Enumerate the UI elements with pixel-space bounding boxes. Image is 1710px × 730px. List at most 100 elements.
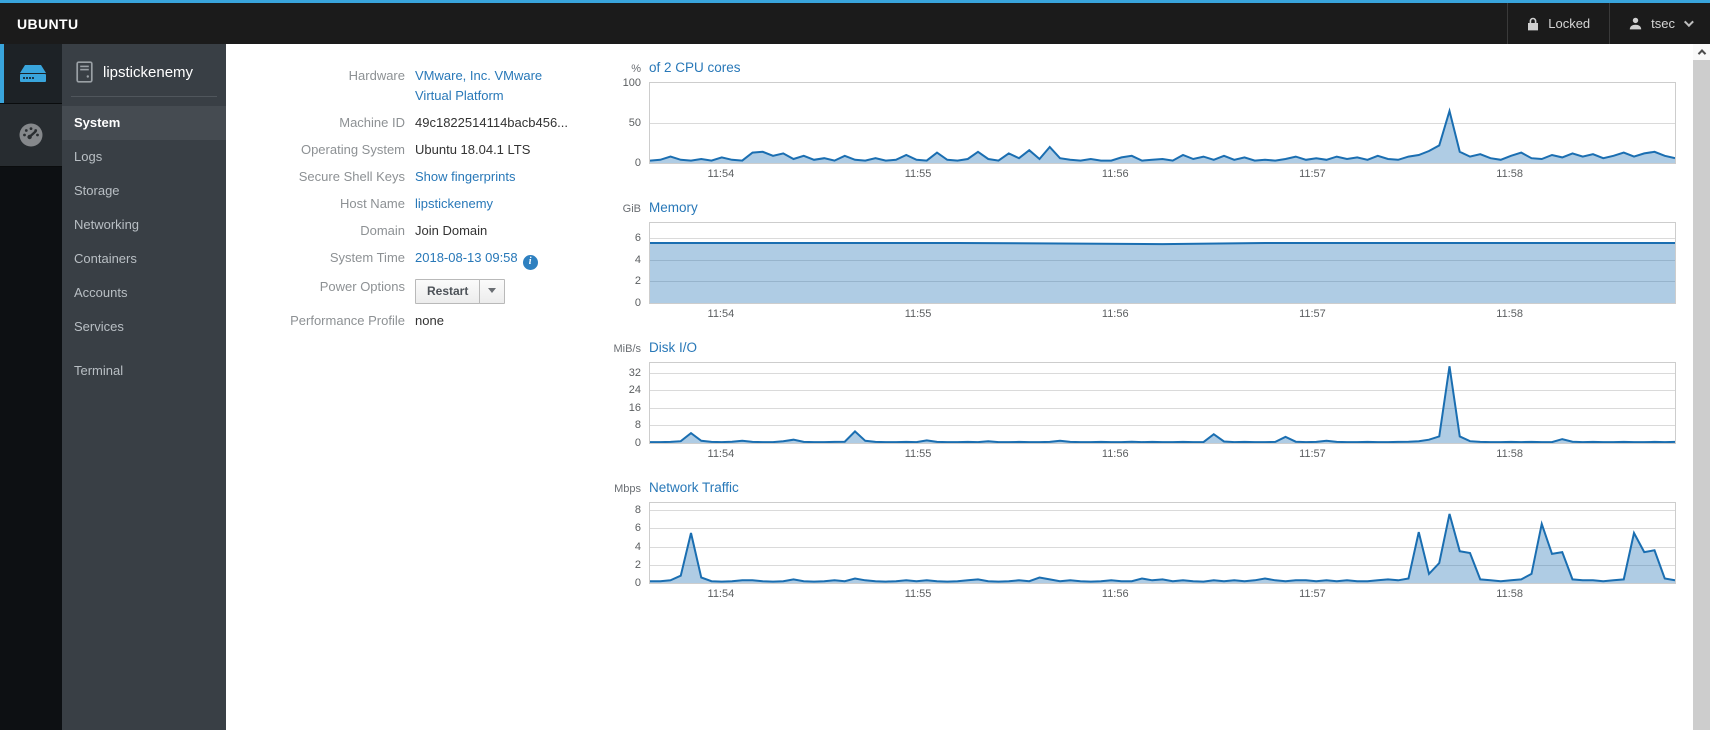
caret-down-icon <box>488 288 497 293</box>
disk-io-unit-label: MiB/s <box>613 343 642 355</box>
sidebar-item-containers[interactable]: Containers <box>62 242 226 276</box>
network-title-link[interactable]: Network Traffic <box>649 480 739 495</box>
disk-io-ytick-0: 0 <box>634 437 641 449</box>
memory-xtick-11:55: 11:55 <box>904 308 932 320</box>
network-plot-area <box>649 502 1676 584</box>
memory-yaxis: 0 2 4 6 <box>592 222 649 309</box>
restart-dropdown-toggle[interactable] <box>479 278 506 304</box>
vertical-scrollbar[interactable] <box>1693 44 1710 730</box>
top-navbar: UBUNTU Locked tsec <box>0 0 1710 44</box>
cpu-title-link[interactable]: of 2 CPU cores <box>649 60 741 75</box>
performance-profile-label: Performance Profile <box>290 312 405 328</box>
cpu-plot-area <box>649 82 1676 164</box>
disk-io-title-link[interactable]: Disk I/O <box>649 340 697 355</box>
network-xtick-11:54: 11:54 <box>707 588 735 600</box>
sidebar-item-system[interactable]: System <box>62 106 226 140</box>
secure-shell-keys-label: Secure Shell Keys <box>298 169 405 184</box>
memory-xtick-11:57: 11:57 <box>1299 308 1326 320</box>
memory-title-link[interactable]: Memory <box>649 200 698 215</box>
sidebar-item-services[interactable]: Services <box>62 310 226 344</box>
power-options-label: Power Options <box>319 278 405 294</box>
system-info-panel: Hardware VMware, Inc. VMware Virtual Plat… <box>280 66 592 730</box>
secure-shell-keys-link[interactable]: Show fingerprints <box>415 169 515 184</box>
secure-shell-keys-value: Show fingerprints <box>415 167 515 187</box>
machine-id-value: 49c1822514114bacb456... <box>415 115 569 130</box>
chart-cpu: % of 2 CPU cores 0 50 100 11:54 11:55 11:56 11:5… <box>592 60 1676 183</box>
network-xtick-11:55: 11:55 <box>904 588 932 600</box>
sidebar-nav: System Logs Storage Networking Containers Acc… <box>62 97 226 388</box>
network-xaxis: 11:54 11:55 11:56 11:57 11:58 <box>649 588 1676 603</box>
sidebar-hostname: lipstickenemy <box>103 63 194 81</box>
network-ytick-8: 8 <box>634 504 641 517</box>
disk-io-plot-area <box>649 362 1676 444</box>
info-row-machine-id: Machine ID 49c1822514114bacb456... <box>280 113 592 133</box>
disk-io-ytick-8: 8 <box>634 419 641 432</box>
charts-column: % of 2 CPU cores 0 50 100 11:54 11:55 11:56 11:5… <box>592 60 1676 730</box>
user-icon <box>1629 17 1642 30</box>
rail-item-machines[interactable] <box>0 44 62 103</box>
locked-indicator[interactable]: Locked <box>1507 3 1609 44</box>
memory-plot-area <box>649 222 1676 304</box>
cpu-xaxis: 11:54 11:55 11:56 11:57 11:58 <box>649 168 1676 183</box>
disk-io-xtick-11:57: 11:57 <box>1299 448 1326 460</box>
cpu-xtick-11:58: 11:58 <box>1496 168 1523 180</box>
network-xtick-11:57: 11:57 <box>1299 588 1326 600</box>
cpu-xtick-11:57: 11:57 <box>1299 168 1326 180</box>
power-options-value: Restart <box>415 277 506 304</box>
info-row-performance-profile: Performance Profile none <box>280 311 592 331</box>
sidebar-item-networking[interactable]: Networking <box>62 208 226 242</box>
host-selector[interactable]: lipstickenemy <box>62 44 226 96</box>
memory-ytick-2: 2 <box>634 275 641 288</box>
restart-button[interactable]: Restart <box>415 278 481 304</box>
network-ytick-2: 2 <box>634 558 641 571</box>
info-icon[interactable]: i <box>522 254 538 270</box>
memory-unit-label: GiB <box>622 203 641 215</box>
chart-memory: GiB Memory 0 2 4 6 11:54 11:55 11:56 11:57 11:58 <box>592 200 1676 323</box>
disk-io-ytick-16: 16 <box>628 401 641 414</box>
info-row-operating-system: Operating System Ubuntu 18.04.1 LTS <box>280 140 592 160</box>
network-xtick-11:58: 11:58 <box>1496 588 1523 600</box>
disk-io-ytick-32: 32 <box>628 366 641 379</box>
sidebar-item-accounts[interactable]: Accounts <box>62 276 226 310</box>
cpu-ytick-0: 0 <box>634 157 641 169</box>
lock-icon <box>1527 17 1539 31</box>
memory-header: GiB Memory <box>592 200 1676 215</box>
info-row-hardware: Hardware VMware, Inc. VMware Virtual Plat… <box>280 66 592 106</box>
network-row: 0 2 4 6 8 <box>592 502 1676 589</box>
operating-system-value: Ubuntu 18.04.1 LTS <box>415 142 531 157</box>
sidebar-item-terminal[interactable]: Terminal <box>62 354 226 388</box>
cpu-xtick-11:55: 11:55 <box>904 168 932 180</box>
hardware-label: Hardware <box>348 68 405 83</box>
server-machines-icon <box>18 63 48 84</box>
cpu-ytick-50: 50 <box>628 117 641 129</box>
dashboard-gauge-icon <box>18 122 44 148</box>
host-name-label: Host Name <box>339 196 405 211</box>
sidebar-item-storage[interactable]: Storage <box>62 174 226 208</box>
cpu-xtick-11:54: 11:54 <box>707 168 735 180</box>
info-row-host-name: Host Name lipstickenemy <box>280 194 592 214</box>
chevron-down-icon <box>1683 17 1694 28</box>
network-yaxis: 0 2 4 6 8 <box>592 502 649 589</box>
sidebar-item-logs[interactable]: Logs <box>62 140 226 174</box>
disk-io-series-svg <box>650 363 1675 443</box>
user-menu[interactable]: tsec <box>1609 3 1710 44</box>
info-row-domain: Domain Join Domain <box>280 221 592 241</box>
network-ytick-4: 4 <box>634 540 641 553</box>
rail-spacer <box>0 167 62 730</box>
domain-label: Domain <box>360 223 405 238</box>
domain-value: Join Domain <box>415 223 488 238</box>
disk-io-xtick-11:55: 11:55 <box>904 448 932 460</box>
user-name: tsec <box>1651 16 1675 31</box>
rail-item-dashboard[interactable] <box>0 103 62 167</box>
cpu-yaxis: 0 50 100 <box>592 77 649 169</box>
host-name-link[interactable]: lipstickenemy <box>415 196 493 211</box>
system-time-link[interactable]: 2018-08-13 09:58 <box>415 250 518 265</box>
disk-io-yaxis: 0 8 16 24 32 <box>592 362 649 449</box>
scroll-up-button[interactable] <box>1693 44 1710 60</box>
cpu-unit-label: % <box>631 63 641 75</box>
hardware-link[interactable]: VMware, Inc. VMware Virtual Platform <box>415 66 567 106</box>
memory-xtick-11:58: 11:58 <box>1496 308 1523 320</box>
info-row-power-options: Power Options Restart <box>280 277 592 304</box>
system-time-value: 2018-08-13 09:58 i <box>415 248 538 270</box>
memory-xtick-11:54: 11:54 <box>707 308 735 320</box>
